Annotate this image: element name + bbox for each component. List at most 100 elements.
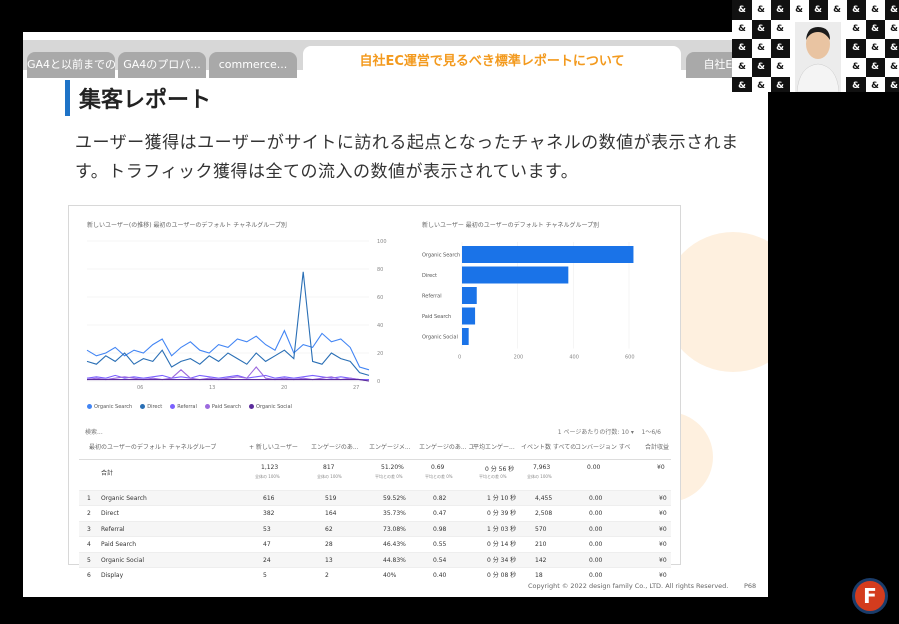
legend-label: Organic Social (256, 404, 292, 410)
webcam-background-logo: & (732, 38, 752, 58)
webcam-background-logo: & (884, 57, 899, 77)
legend-item[interactable]: Organic Social (249, 404, 292, 410)
row-channel: Referral (101, 525, 125, 533)
row-cell: 24 (263, 556, 271, 564)
row-cell: 0.00 (589, 541, 603, 549)
totals-label: 合計 (101, 470, 114, 477)
column-header[interactable]: 合計収益 (645, 442, 669, 451)
row-cell: ¥0 (659, 541, 667, 549)
webcam-background-logo: & (865, 57, 885, 77)
row-cell: 46.43% (383, 541, 406, 549)
bar-referral (462, 287, 477, 304)
table-search-input[interactable]: 検索... (85, 427, 103, 436)
column-header[interactable]: 最初のユーザーのデフォルト チャネルグループ (89, 442, 216, 451)
row-cell: 0.00 (589, 556, 603, 564)
webcam-background-logo: & (770, 57, 790, 77)
row-cell: 2 (325, 572, 329, 579)
row-cell: 40% (383, 572, 397, 579)
totals-value: 817 (323, 464, 335, 471)
row-rank: 2 (87, 510, 91, 518)
table-row[interactable]: 5 Organic Social 24 13 44.83% 0.54 0 分 34 秒 142… (79, 551, 671, 567)
legend-label: Direct (147, 404, 163, 410)
webcam-background-logo: & (770, 0, 790, 20)
tab-commerce[interactable]: commerce... (209, 52, 297, 78)
column-header[interactable]: エンゲージメ... (369, 442, 411, 451)
column-header[interactable]: エンゲージのあ... (311, 442, 359, 451)
line-chart-y-tick: 80 (377, 267, 383, 273)
row-cell: 0 分 39 秒 (487, 510, 517, 518)
webcam-background-logo: & (846, 76, 866, 92)
webcam-background-logo: & (865, 38, 885, 58)
row-cell: 0.40 (433, 572, 447, 579)
webcam-background-logo: & (846, 0, 866, 20)
tab-ga4-history[interactable]: GA4と以前までの... (27, 52, 115, 78)
row-cell: 0 分 14 秒 (487, 541, 517, 549)
table-row[interactable]: 2 Direct 382 164 35.73% 0.47 0 分 39 秒 2,508 0.00… (79, 505, 671, 520)
column-header[interactable]: + 新しいユーザー (249, 442, 298, 451)
legend-item[interactable]: Organic Search (87, 404, 132, 410)
column-header[interactable]: イベント数 すべての... (521, 442, 576, 451)
row-cell: ¥0 (659, 510, 667, 518)
webcam-background-logo: & (770, 38, 790, 58)
row-cell: 2,508 (535, 510, 553, 518)
column-header[interactable]: 平均エンゲー... (473, 442, 515, 451)
webcam-overlay: & & & & & & & & & & & & & & & & & & & & & & & & & & & & & & & & & (732, 0, 899, 92)
column-header[interactable]: エンゲージのあ... ユーザーあた... (419, 442, 474, 451)
table-row[interactable]: 3 Referral 53 62 73.08% 0.98 1 分 03 秒 570 0.00 ¥0 (79, 520, 671, 536)
row-cell: 5 (263, 572, 267, 579)
screen: GA4と以前までの... GA4のプロパ... commerce... 自社EC… (0, 0, 899, 624)
totals-value: 51.20% (381, 464, 404, 471)
row-cell: 35.73% (383, 510, 406, 518)
webcam-background-logo: & (732, 76, 752, 92)
row-rank: 1 (87, 495, 91, 502)
row-cell: 0.00 (589, 525, 603, 533)
row-cell: 62 (325, 525, 333, 533)
rows-per-page-select[interactable]: 1 ページあたりの行数: 10 (558, 429, 629, 436)
legend-item[interactable]: Direct (140, 404, 162, 410)
bar-paid-search (462, 307, 476, 325)
legend-item[interactable]: Paid Search (204, 404, 242, 410)
bar-chart-x-tick: 0 (458, 355, 461, 361)
tab-ga4-property[interactable]: GA4のプロパ... (118, 52, 206, 78)
bar-chart-category-label: Paid Search (422, 314, 451, 320)
webcam-background-logo: & (846, 57, 866, 77)
row-cell: ¥0 (659, 495, 667, 502)
bar-chart-category-label: Referral (422, 294, 442, 300)
webcam-background-logo: & (827, 0, 847, 20)
tab-standard-reports[interactable]: 自社EC運営で見るべき標準レポートについて (303, 46, 681, 78)
row-cell: 18 (535, 572, 543, 579)
row-rank: 3 (87, 525, 91, 533)
table-row[interactable]: 6 Display 5 2 40% 0.40 0 分 08 秒 18 0.00 ¥0 (79, 567, 671, 582)
legend-swatch (140, 404, 146, 409)
slide-title: 集客レポート (79, 88, 212, 113)
row-cell: 4,455 (535, 495, 553, 502)
row-rank: 6 (87, 572, 91, 579)
table-row[interactable]: 1 Organic Search 616 519 59.52% 0.82 1 分 10 秒 4… (79, 490, 671, 505)
bar-chart-category-label: Direct (422, 273, 437, 279)
row-cell: 142 (535, 556, 547, 564)
column-header[interactable]: コンバージョン すべてのイ... (575, 442, 630, 451)
charts-canvas: 0 20 40 60 80 100 06 13 20 27 0 200 400 600 Organic Se… (86, 239, 635, 391)
legend-swatch (87, 404, 92, 409)
legend-label: Paid Search (211, 404, 242, 410)
legend-swatch (249, 404, 255, 409)
row-cell: 1 分 03 秒 (487, 525, 517, 533)
pager-range: 1〜6/6 (641, 429, 661, 436)
table-row[interactable]: 4 Paid Search 47 28 46.43% 0.55 0 分 14 秒 210 0.0… (79, 536, 671, 551)
presenter-video (795, 22, 841, 92)
webcam-background-logo: & (751, 19, 771, 39)
tab-bar: GA4と以前までの... GA4のプロパ... commerce... 自社EC… (23, 40, 768, 78)
totals-value: ¥0 (657, 464, 665, 471)
line-chart-y-tick: 40 (377, 323, 383, 329)
table-totals-row: 合計 1,123 全体の 100% 817 全体の 100% 51.20% 平均との差 0%… (79, 462, 671, 486)
webcam-background-logo: & (884, 38, 899, 58)
totals-value: 0.00 (587, 464, 601, 471)
webcam-background-logo: & (884, 0, 899, 20)
bar-chart-x-tick: 400 (569, 355, 579, 361)
legend-item[interactable]: Referral (170, 404, 197, 410)
page-number: P68 (744, 582, 757, 590)
row-rank: 4 (87, 541, 91, 549)
line-chart-x-tick: 20 (281, 385, 287, 391)
copyright-text: Copyright © 2022 design family Co., LTD.… (528, 582, 729, 590)
table-pager[interactable]: 1 ページあたりの行数: 10 ▾ 1〜6/6 (558, 427, 661, 436)
